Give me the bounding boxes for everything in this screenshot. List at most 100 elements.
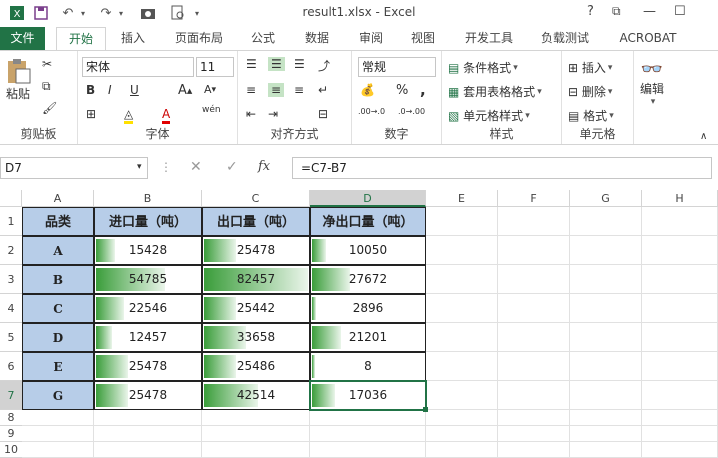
cancel-icon[interactable]: ✕ [190, 159, 202, 175]
format-painter-icon[interactable]: 🖌 [42, 101, 57, 115]
cell-empty[interactable] [642, 426, 718, 442]
cell-empty[interactable] [426, 426, 498, 442]
category-cell[interactable]: B [22, 265, 94, 294]
insert-function-button[interactable]: fx [258, 159, 270, 174]
cell-empty[interactable] [202, 426, 310, 442]
column-header-b[interactable]: B [94, 190, 202, 207]
increase-indent-icon[interactable]: ⇥ [268, 107, 278, 121]
merge-center-icon[interactable]: ⊟ [318, 107, 328, 121]
column-header-c[interactable]: C [202, 190, 310, 207]
worksheet-grid[interactable]: A B C D E F G H 1 2 3 4 5 6 7 8 9 10 品类 进口量（吨） 出口量（… [0, 190, 718, 458]
cell-empty[interactable] [94, 410, 202, 426]
cell-empty[interactable] [498, 381, 570, 410]
cell-empty[interactable] [570, 207, 642, 236]
help-button[interactable]: ? [587, 4, 594, 19]
formula-input[interactable]: =C7-B7 [292, 157, 712, 179]
data-cell-c[interactable]: 25478 [202, 236, 310, 265]
tab-insert[interactable]: 插入 [110, 27, 156, 51]
cell-empty[interactable] [570, 426, 642, 442]
fill-handle[interactable] [423, 407, 428, 412]
cell-empty[interactable] [22, 442, 94, 458]
row-header-9[interactable]: 9 [0, 426, 22, 442]
name-box[interactable]: D7 [0, 157, 148, 179]
cell-empty[interactable] [310, 442, 426, 458]
data-cell-b[interactable]: 54785 [94, 265, 202, 294]
align-top-icon[interactable]: ☰ [246, 57, 257, 71]
cell-empty[interactable] [426, 323, 498, 352]
cell-empty[interactable] [570, 410, 642, 426]
tab-formulas[interactable]: 公式 [240, 27, 286, 51]
data-cell-b[interactable]: 25478 [94, 381, 202, 410]
maximize-button[interactable]: ☐ [674, 4, 686, 19]
cell-empty[interactable] [94, 442, 202, 458]
underline-button[interactable]: U [130, 83, 139, 97]
align-center-icon[interactable]: ≡ [268, 83, 285, 97]
data-cell-c[interactable]: 33658 [202, 323, 310, 352]
data-cell-b[interactable]: 12457 [94, 323, 202, 352]
header-cell[interactable]: 净出口量（吨） [310, 207, 426, 236]
cell-empty[interactable] [426, 381, 498, 410]
category-cell[interactable]: E [22, 352, 94, 381]
tab-page-layout[interactable]: 页面布局 [164, 27, 234, 51]
currency-icon[interactable]: 💰 [360, 83, 375, 97]
percent-button[interactable]: % [396, 83, 408, 98]
cell-empty[interactable] [570, 265, 642, 294]
align-bottom-icon[interactable]: ☰ [294, 57, 305, 71]
cell-empty[interactable] [94, 426, 202, 442]
row-header-5[interactable]: 5 [0, 323, 22, 352]
name-box-dropdown-icon[interactable]: ▾ [137, 162, 142, 172]
font-name-select[interactable]: 宋体 [82, 57, 194, 77]
tab-view[interactable]: 视图 [400, 27, 446, 51]
cell-empty[interactable] [498, 410, 570, 426]
align-left-icon[interactable]: ≡ [246, 83, 256, 97]
font-shrink-icon[interactable]: A ▾ [204, 83, 216, 96]
cell-empty[interactable] [498, 265, 570, 294]
cell-empty[interactable] [426, 265, 498, 294]
column-header-e[interactable]: E [426, 190, 498, 207]
minimize-button[interactable]: — [643, 4, 656, 19]
format-button[interactable]: ▤ 格式 ▾ [568, 107, 614, 124]
copy-icon[interactable]: ⧉ [42, 79, 51, 94]
cell-empty[interactable] [498, 352, 570, 381]
collapse-ribbon-icon[interactable]: ∧ [700, 131, 707, 142]
category-cell[interactable]: G [22, 381, 94, 410]
format-as-table-button[interactable]: ▦ 套用表格格式 ▾ [448, 83, 542, 100]
cell-empty[interactable] [426, 352, 498, 381]
cell-empty[interactable] [642, 323, 718, 352]
data-cell-d[interactable]: 2896 [310, 294, 426, 323]
data-cell-d[interactable]: 21201 [310, 323, 426, 352]
row-header-1[interactable]: 1 [0, 207, 22, 236]
insert-button[interactable]: ⊞ 插入 ▾ [568, 59, 612, 76]
cell-empty[interactable] [426, 410, 498, 426]
data-cell-c[interactable]: 25442 [202, 294, 310, 323]
cell-empty[interactable] [570, 352, 642, 381]
cell-empty[interactable] [426, 236, 498, 265]
data-cell-b[interactable]: 22546 [94, 294, 202, 323]
decrease-indent-icon[interactable]: ⇤ [246, 107, 256, 121]
data-cell-c[interactable]: 25486 [202, 352, 310, 381]
cell-empty[interactable] [642, 265, 718, 294]
cell-empty[interactable] [570, 323, 642, 352]
cell-empty[interactable] [642, 410, 718, 426]
header-cell[interactable]: 品类 [22, 207, 94, 236]
category-cell[interactable]: A [22, 236, 94, 265]
phonetic-icon[interactable]: wén [202, 105, 221, 115]
category-cell[interactable]: D [22, 323, 94, 352]
row-header-8[interactable]: 8 [0, 410, 22, 426]
cell-empty[interactable] [642, 207, 718, 236]
data-cell-d[interactable]: 10050 [310, 236, 426, 265]
cell-empty[interactable] [22, 410, 94, 426]
data-cell-d[interactable]: 8 [310, 352, 426, 381]
editing-button[interactable]: 👓 编辑 ▾ [640, 59, 664, 107]
row-header-4[interactable]: 4 [0, 294, 22, 323]
tab-home[interactable]: 开始 [56, 27, 106, 52]
tab-developer[interactable]: 开发工具 [454, 27, 524, 51]
conditional-formatting-button[interactable]: ▤ 条件格式 ▾ [448, 59, 518, 76]
row-header-3[interactable]: 3 [0, 265, 22, 294]
comma-button[interactable]: , [420, 81, 426, 99]
cell-empty[interactable] [642, 381, 718, 410]
fill-color-icon[interactable]: ◬ [124, 107, 134, 124]
header-cell[interactable]: 进口量（吨） [94, 207, 202, 236]
header-cell[interactable]: 出口量（吨） [202, 207, 310, 236]
cell-empty[interactable] [642, 294, 718, 323]
